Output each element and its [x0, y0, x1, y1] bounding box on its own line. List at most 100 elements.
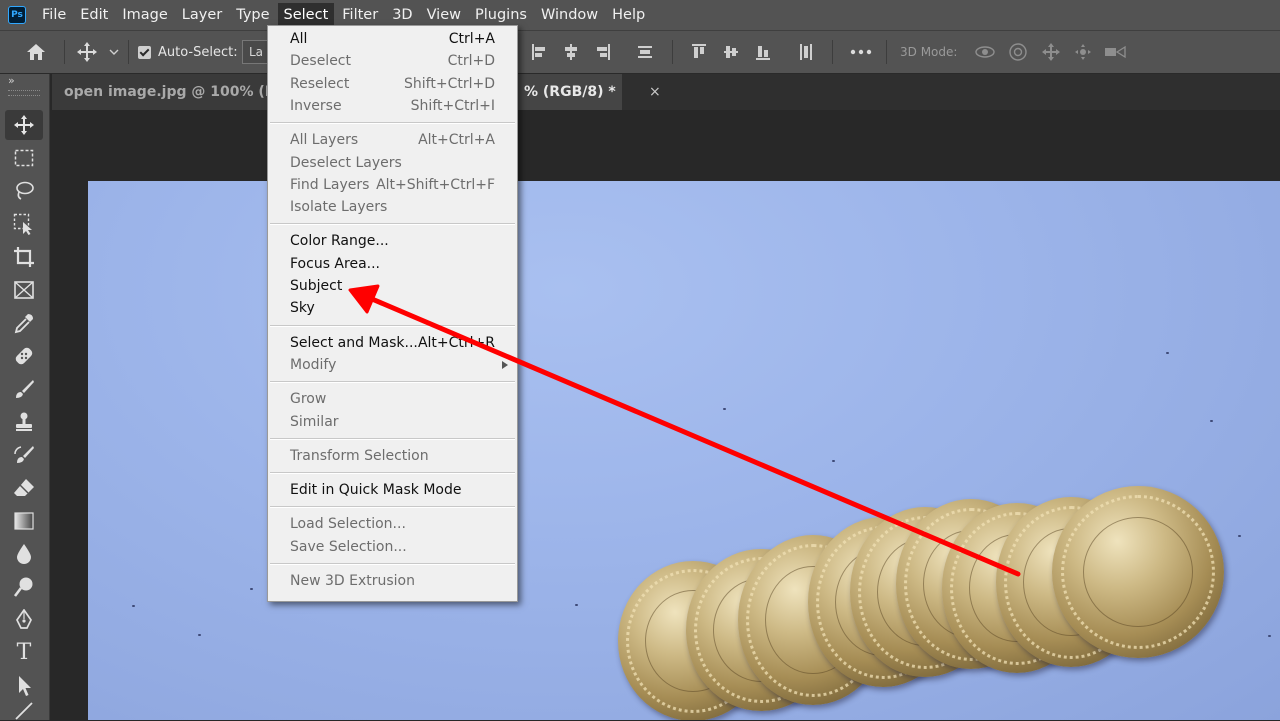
- align-top-icon[interactable]: [688, 31, 710, 73]
- menu-item-save-selection[interactable]: Save Selection...: [268, 536, 517, 558]
- menu-3d[interactable]: 3D: [386, 3, 418, 27]
- menu-item-shortcut: Alt+Ctrl+R: [417, 334, 495, 351]
- speck: [1238, 535, 1241, 537]
- distribute-vertical-icon[interactable]: [794, 31, 816, 73]
- pen-tool-icon[interactable]: [5, 605, 43, 635]
- scale-3d-icon[interactable]: [1102, 31, 1128, 73]
- options-bar: Auto-Select: La 3D Mode:: [0, 30, 1280, 74]
- move-tool-icon[interactable]: [5, 110, 43, 140]
- photoshop-logo-icon: Ps: [8, 6, 26, 24]
- menu-item-label: Color Range...: [290, 233, 389, 250]
- gradient-tool-icon[interactable]: [5, 506, 43, 536]
- menu-item-label: Deselect Layers: [290, 154, 402, 171]
- menu-item-similar[interactable]: Similar: [268, 411, 517, 433]
- line-tool-icon[interactable]: [5, 701, 43, 721]
- object-selection-tool-icon[interactable]: [5, 209, 43, 239]
- menu-item-label: Grow: [290, 391, 327, 408]
- crop-tool-icon[interactable]: [5, 242, 43, 272]
- menu-window[interactable]: Window: [535, 3, 604, 27]
- menu-view[interactable]: View: [421, 3, 467, 27]
- menu-plugins[interactable]: Plugins: [469, 3, 533, 27]
- menu-item-all-layers[interactable]: All Layers Alt+Ctrl+A: [268, 129, 517, 151]
- brush-tool-icon[interactable]: [5, 374, 43, 404]
- menu-separator: [270, 472, 515, 475]
- chevron-down-icon[interactable]: [104, 31, 124, 73]
- speck: [132, 605, 135, 607]
- menu-item-label: Reselect: [290, 75, 350, 92]
- eyedropper-tool-icon[interactable]: [5, 308, 43, 338]
- menu-item-inverse[interactable]: Inverse Shift+Ctrl+I: [268, 95, 517, 117]
- align-right-icon[interactable]: [592, 31, 614, 73]
- menu-file[interactable]: File: [36, 3, 72, 27]
- menu-image[interactable]: Image: [116, 3, 173, 27]
- menu-item-color-range[interactable]: Color Range...: [268, 230, 517, 252]
- move-tool-preset-icon[interactable]: [72, 31, 102, 73]
- menu-item-label: All Layers: [290, 132, 359, 149]
- menu-layer[interactable]: Layer: [176, 3, 228, 27]
- menu-item-label: Isolate Layers: [290, 199, 388, 216]
- lasso-tool-icon[interactable]: [5, 176, 43, 206]
- menu-item-label: Select and Mask...: [290, 334, 418, 351]
- menu-item-all[interactable]: All Ctrl+A: [268, 28, 517, 50]
- panel-grip[interactable]: [8, 90, 40, 96]
- auto-select-target-dropdown[interactable]: La: [242, 31, 271, 73]
- collapse-panel-icon[interactable]: »: [8, 74, 15, 88]
- menu-item-new-3d-extrusion[interactable]: New 3D Extrusion: [268, 570, 517, 592]
- path-selection-tool-icon[interactable]: [5, 671, 43, 701]
- menu-item-deselect-layers[interactable]: Deselect Layers: [268, 152, 517, 174]
- menu-item-label: Transform Selection: [290, 447, 429, 464]
- spot-healing-brush-tool-icon[interactable]: [5, 341, 43, 371]
- pan-3d-icon[interactable]: [1038, 31, 1064, 73]
- align-horizontal-center-icon[interactable]: [560, 31, 582, 73]
- home-icon[interactable]: [18, 31, 54, 73]
- menu-item-edit-in-quick-mask-mode[interactable]: Edit in Quick Mask Mode: [268, 479, 517, 501]
- orbit-3d-icon[interactable]: [972, 31, 998, 73]
- frame-tool-icon[interactable]: [5, 275, 43, 305]
- menu-item-label: Save Selection...: [290, 538, 407, 555]
- menu-item-subject[interactable]: Subject: [268, 275, 517, 297]
- menu-item-grow[interactable]: Grow: [268, 388, 517, 410]
- canvas-area[interactable]: [50, 110, 1280, 720]
- tab-active-document[interactable]: % (RGB/8) *: [512, 74, 622, 110]
- menu-item-find-layers[interactable]: Find Layers Alt+Shift+Ctrl+F: [268, 174, 517, 196]
- blur-tool-icon[interactable]: [5, 539, 43, 569]
- type-tool-icon[interactable]: T: [5, 638, 43, 668]
- clone-stamp-tool-icon[interactable]: [5, 407, 43, 437]
- align-vertical-center-icon[interactable]: [720, 31, 742, 73]
- align-bottom-icon[interactable]: [752, 31, 774, 73]
- menu-item-focus-area[interactable]: Focus Area...: [268, 253, 517, 275]
- menu-type[interactable]: Type: [230, 3, 275, 27]
- select-menu: All Ctrl+A Deselect Ctrl+D Reselect Shift+Ctr…: [267, 25, 518, 602]
- eraser-tool-icon[interactable]: [5, 473, 43, 503]
- menu-item-shortcut: Alt+Ctrl+A: [418, 132, 495, 149]
- menu-select[interactable]: Select: [277, 3, 335, 27]
- history-brush-tool-icon[interactable]: [5, 440, 43, 470]
- distribute-horizontal-icon[interactable]: [634, 31, 656, 73]
- menu-item-modify[interactable]: Modify: [268, 354, 517, 376]
- close-icon[interactable]: ×: [649, 74, 661, 110]
- more-options-icon[interactable]: [846, 31, 876, 73]
- submenu-arrow-icon: [502, 360, 508, 369]
- menu-help[interactable]: Help: [606, 3, 651, 27]
- menu-filter[interactable]: Filter: [336, 3, 384, 27]
- dodge-tool-icon[interactable]: [5, 572, 43, 602]
- menu-item-sky[interactable]: Sky: [268, 297, 517, 319]
- speck: [832, 460, 835, 462]
- menu-item-shortcut: Shift+Ctrl+I: [410, 97, 495, 114]
- menu-item-deselect[interactable]: Deselect Ctrl+D: [268, 50, 517, 72]
- tab-open-image[interactable]: open image.jpg @ 100% (RGB/8: [52, 74, 272, 110]
- rectangular-marquee-tool-icon[interactable]: [5, 143, 43, 173]
- menu-item-reselect[interactable]: Reselect Shift+Ctrl+D: [268, 73, 517, 95]
- align-left-icon[interactable]: [528, 31, 550, 73]
- menu-item-load-selection[interactable]: Load Selection...: [268, 513, 517, 535]
- menu-edit[interactable]: Edit: [74, 3, 114, 27]
- speck: [1268, 635, 1271, 637]
- menu-item-select-and-mask[interactable]: Select and Mask... Alt+Ctrl+R: [268, 332, 517, 354]
- menu-separator: [270, 381, 515, 384]
- menu-item-isolate-layers[interactable]: Isolate Layers: [268, 196, 517, 218]
- slide-3d-icon[interactable]: [1070, 31, 1096, 73]
- roll-3d-icon[interactable]: [1005, 31, 1031, 73]
- menu-item-shortcut: Alt+Shift+Ctrl+F: [376, 176, 495, 193]
- auto-select-checkbox[interactable]: Auto-Select:: [138, 31, 238, 73]
- menu-item-transform-selection[interactable]: Transform Selection: [268, 445, 517, 467]
